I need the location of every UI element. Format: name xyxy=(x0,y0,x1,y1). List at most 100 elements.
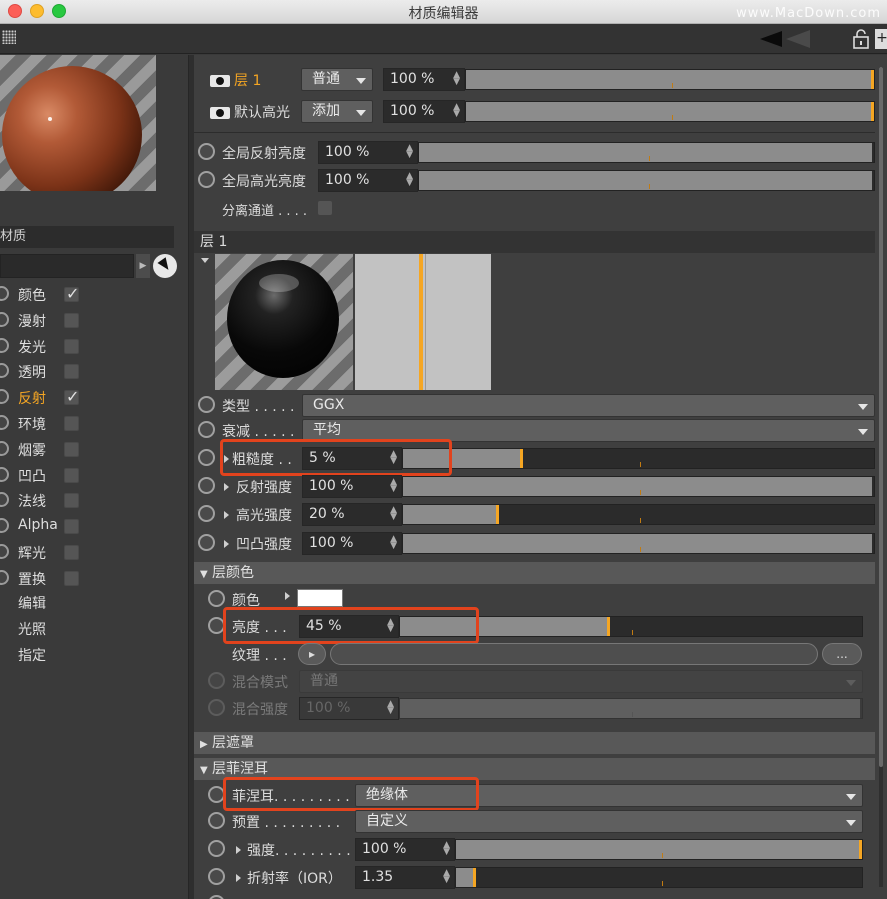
animate-radio[interactable] xyxy=(0,569,9,585)
new-window-icon[interactable]: + xyxy=(875,29,887,49)
channel-checkbox[interactable] xyxy=(64,545,79,560)
channel-checkbox[interactable] xyxy=(64,364,79,380)
channel-checkbox[interactable] xyxy=(64,284,79,303)
animate-radio[interactable] xyxy=(0,311,9,327)
extra-item[interactable]: 光照 xyxy=(18,619,46,639)
picker-icon[interactable] xyxy=(153,254,177,278)
preset-dropdown[interactable]: 自定义 xyxy=(355,810,863,833)
spinner-icon[interactable]: ▲ ▼ xyxy=(387,700,394,716)
channel-label[interactable]: 反射 xyxy=(18,388,46,408)
animate-radio[interactable] xyxy=(208,812,225,829)
channel-label[interactable]: 颜色 xyxy=(18,285,46,305)
channel-item[interactable]: 发光 xyxy=(0,335,90,357)
channel-label[interactable]: 辉光 xyxy=(18,543,46,563)
animate-radio[interactable] xyxy=(198,171,215,188)
channel-label[interactable]: 环境 xyxy=(18,414,46,434)
material-name[interactable]: 材质 xyxy=(0,226,174,248)
spinner-icon[interactable]: ▲ ▼ xyxy=(390,506,397,522)
channel-item[interactable]: Alpha xyxy=(0,515,90,537)
slider-knob[interactable] xyxy=(859,840,862,859)
visibility-eye-icon[interactable] xyxy=(210,75,230,87)
animate-radio[interactable] xyxy=(198,534,215,551)
animate-radio[interactable] xyxy=(208,672,225,689)
texture-field[interactable] xyxy=(330,643,818,665)
channel-checkbox[interactable] xyxy=(64,338,79,354)
spinner-icon[interactable]: ▲ ▼ xyxy=(443,869,450,885)
channel-item[interactable]: 烟雾 xyxy=(0,438,90,460)
material-field[interactable] xyxy=(0,254,134,278)
slider-knob[interactable] xyxy=(473,868,476,887)
channel-item[interactable]: 环境 xyxy=(0,412,90,434)
color-swatch[interactable] xyxy=(297,589,343,607)
spinner-icon[interactable]: ▲ ▼ xyxy=(390,478,397,494)
layer-slider[interactable] xyxy=(465,101,875,122)
channel-checkbox[interactable] xyxy=(64,570,79,586)
animate-radio[interactable] xyxy=(198,143,215,160)
channel-item[interactable]: 辉光 xyxy=(0,541,90,563)
layer-slider[interactable] xyxy=(465,69,875,90)
channel-checkbox[interactable] xyxy=(64,441,79,457)
extra-item[interactable]: 指定 xyxy=(18,645,46,665)
collapse-triangle-icon[interactable] xyxy=(201,258,209,263)
animate-radio[interactable] xyxy=(0,544,9,559)
expand-triangle-icon[interactable] xyxy=(236,846,241,854)
grid-menu-icon[interactable] xyxy=(2,30,16,44)
animate-radio[interactable] xyxy=(208,590,225,607)
bump-strength-slider[interactable] xyxy=(402,533,875,554)
reflection-strength-field[interactable]: 100 % ▲ ▼ xyxy=(302,475,402,498)
channel-label[interactable]: 置换 xyxy=(18,569,46,589)
visibility-eye-icon[interactable] xyxy=(210,107,230,119)
animate-radio[interactable] xyxy=(0,286,9,301)
spinner-icon[interactable]: ▲ ▼ xyxy=(443,841,450,857)
layer-mask-section[interactable]: ▶ 层遮罩 xyxy=(194,732,875,754)
slider-knob[interactable] xyxy=(871,102,874,121)
channel-label[interactable]: 烟雾 xyxy=(18,440,46,460)
layer-name[interactable]: 层 1 xyxy=(234,70,261,90)
extra-item[interactable]: 编辑 xyxy=(18,593,46,613)
roughness-slider[interactable] xyxy=(402,448,875,469)
channel-label[interactable]: 漫射 xyxy=(18,311,46,331)
reflection-strength-slider[interactable] xyxy=(402,476,875,497)
channel-item[interactable]: 颜色 xyxy=(0,283,90,305)
layer-row-1[interactable]: 层 1 普通 100 % ▲ ▼ xyxy=(194,67,887,93)
material-preview[interactable] xyxy=(0,55,156,191)
animate-radio[interactable] xyxy=(0,492,9,508)
fresnel-strength-field[interactable]: 100 % ▲ ▼ xyxy=(355,838,455,861)
animate-radio[interactable] xyxy=(208,895,225,899)
animate-radio[interactable] xyxy=(0,440,9,456)
channel-item[interactable]: 法线 xyxy=(0,489,90,511)
spinner-icon[interactable]: ▲ ▼ xyxy=(406,144,413,160)
animate-radio[interactable] xyxy=(198,449,215,466)
layer-value-field[interactable]: 100 % ▲ ▼ xyxy=(383,68,465,91)
animate-radio[interactable] xyxy=(0,415,9,430)
expand-triangle-icon[interactable] xyxy=(236,874,241,882)
layer-name[interactable]: 默认高光 xyxy=(234,102,290,122)
channel-label[interactable]: Alpha xyxy=(18,517,58,533)
global-reflection-field[interactable]: 100 % ▲ ▼ xyxy=(318,141,418,164)
slider-knob[interactable] xyxy=(520,449,523,468)
bump-strength-field[interactable]: 100 % ▲ ▼ xyxy=(302,532,402,555)
animate-radio[interactable] xyxy=(0,518,9,534)
channel-checkbox[interactable] xyxy=(64,467,79,483)
animate-radio[interactable] xyxy=(0,337,9,353)
forward-arrow-icon[interactable] xyxy=(786,30,810,48)
channel-checkbox[interactable] xyxy=(64,387,79,406)
channel-item[interactable]: 漫射 xyxy=(0,309,90,331)
animate-radio[interactable] xyxy=(0,466,9,482)
animate-radio[interactable] xyxy=(198,477,215,494)
fresnel-strength-slider[interactable] xyxy=(455,839,863,860)
spinner-icon[interactable]: ▲ ▼ xyxy=(406,172,413,188)
blend-mode-dropdown[interactable]: 普通 xyxy=(299,670,863,693)
animate-radio[interactable] xyxy=(198,396,215,413)
channel-label[interactable]: 发光 xyxy=(18,337,46,357)
channel-item[interactable]: 反射 xyxy=(0,386,90,408)
material-field-arrow-icon[interactable]: ▶ xyxy=(136,254,150,278)
layer-mode-dropdown[interactable]: 普通 xyxy=(301,68,373,91)
animate-radio[interactable] xyxy=(208,699,225,716)
expand-triangle-icon[interactable] xyxy=(285,592,290,600)
channel-checkbox[interactable] xyxy=(64,416,79,431)
ior-field[interactable]: 1.35 ▲ ▼ xyxy=(355,866,455,889)
spinner-icon[interactable]: ▲ ▼ xyxy=(453,103,460,119)
animate-radio[interactable] xyxy=(0,389,9,405)
channel-label[interactable]: 凹凸 xyxy=(18,466,46,486)
